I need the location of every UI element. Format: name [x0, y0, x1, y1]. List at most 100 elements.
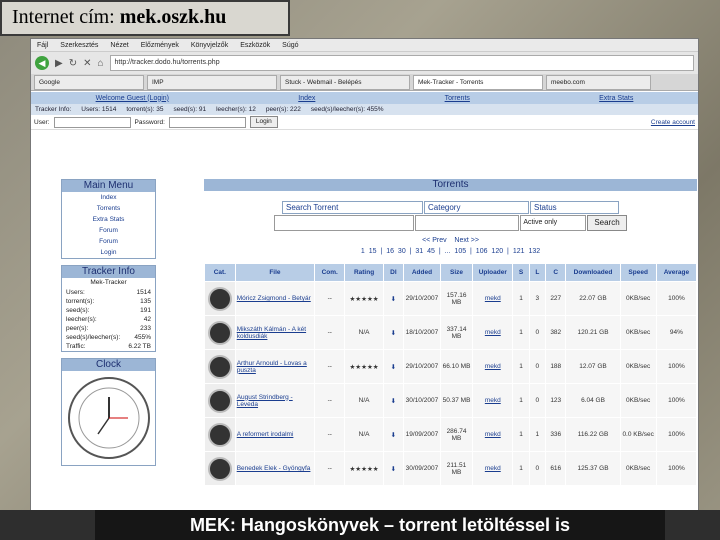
address-bar[interactable]: http://tracker.dodo.hu/torrents.php	[109, 55, 694, 71]
category-select[interactable]	[415, 215, 520, 231]
search-input[interactable]	[274, 215, 415, 231]
menu-edit[interactable]: Szerkesztés	[60, 42, 98, 49]
menu-link-forum-2[interactable]: Forum	[62, 236, 155, 247]
uploader-link[interactable]: mekd	[472, 451, 514, 486]
file-link[interactable]: A reformert irodalmi	[234, 417, 316, 452]
audiobook-category-icon[interactable]	[207, 286, 232, 311]
uploader-link[interactable]: mekd	[472, 383, 514, 418]
audiobook-category-icon[interactable]	[207, 354, 232, 379]
category-icon-cell[interactable]	[204, 383, 236, 418]
menu-link-login[interactable]: Login	[62, 247, 155, 258]
uploader-link[interactable]: mekd	[472, 417, 514, 452]
menu-bookmarks[interactable]: Könyvjelzők	[191, 42, 228, 49]
menu-link-index[interactable]: Index	[62, 192, 155, 203]
col-speed[interactable]: Speed	[619, 263, 657, 282]
col-seeds[interactable]: S	[512, 263, 530, 282]
create-account-link[interactable]: Create account	[651, 119, 695, 126]
menu-view[interactable]: Nézet	[110, 42, 128, 49]
search-button[interactable]: Search	[587, 215, 627, 231]
tab-mek-tracker[interactable]: Mek-Tracker - Torrents	[413, 74, 543, 90]
tab-meebo[interactable]: meebo.com	[546, 74, 651, 90]
file-link[interactable]: Benedek Elek - Gyöngyfa	[234, 451, 316, 486]
download-icon-cell[interactable]: ⬇	[382, 451, 404, 486]
nav-welcome[interactable]: Welcome Guest (Login)	[96, 95, 169, 102]
file-link[interactable]: August Strindberg - Leveda	[234, 383, 316, 418]
category-icon-cell[interactable]	[204, 451, 236, 486]
category-icon-cell[interactable]	[204, 417, 236, 452]
download-icon-cell[interactable]: ⬇	[382, 383, 404, 418]
login-button[interactable]: Login	[249, 116, 278, 128]
col-completed[interactable]: C	[544, 263, 567, 282]
nav-extra-stats[interactable]: Extra Stats	[599, 95, 633, 102]
torrents-table: Cat. File Com. Rating Dl Added Size Uplo…	[204, 263, 698, 486]
nav-torrents[interactable]: Torrents	[445, 95, 470, 102]
tab-webmail[interactable]: Stuck - Webmail - Belépés	[280, 74, 410, 90]
category-icon-cell[interactable]	[204, 315, 236, 350]
audiobook-category-icon[interactable]	[207, 456, 232, 481]
col-rating[interactable]: Rating	[344, 263, 384, 282]
file-link[interactable]: Móricz Zsigmond - Betyár	[234, 281, 316, 316]
site-nav: Welcome Guest (Login) Index Torrents Ext…	[31, 91, 698, 104]
uploader-link[interactable]: mekd	[472, 349, 514, 384]
menu-file[interactable]: Fájl	[37, 42, 48, 49]
col-com[interactable]: Com.	[314, 263, 346, 282]
leechers-cell: 3	[528, 281, 547, 316]
menu-link-extra-stats[interactable]: Extra Stats	[62, 214, 155, 225]
col-uploader[interactable]: Uploader	[472, 263, 514, 282]
tracker-info-title: Tracker Info	[62, 266, 155, 278]
file-link[interactable]: Mikszáth Kálmán - A két koldusdiák	[234, 315, 316, 350]
home-icon[interactable]: ⌂	[97, 58, 103, 69]
stat-torrents: torrent(s): 35	[126, 106, 163, 113]
user-input[interactable]	[53, 116, 131, 128]
uploader-link[interactable]: mekd	[472, 281, 514, 316]
menu-link-torrents[interactable]: Torrents	[62, 203, 155, 214]
status-select[interactable]: Active only	[520, 215, 587, 231]
download-icon[interactable]: ⬇	[391, 432, 396, 439]
col-file[interactable]: File	[234, 263, 316, 282]
tab-google[interactable]: Google	[34, 74, 144, 90]
col-average[interactable]: Average	[655, 263, 698, 282]
col-cat[interactable]: Cat.	[204, 263, 236, 282]
download-icon[interactable]: ⬇	[391, 398, 396, 405]
menu-help[interactable]: Súgó	[282, 42, 298, 49]
download-icon[interactable]: ⬇	[391, 330, 396, 337]
download-icon-cell[interactable]: ⬇	[382, 315, 404, 350]
download-icon[interactable]: ⬇	[391, 296, 396, 303]
menu-link-forum[interactable]: Forum	[62, 225, 155, 236]
tab-imp[interactable]: IMP	[147, 74, 277, 90]
next-link[interactable]: Next >>	[454, 237, 479, 244]
download-icon[interactable]: ⬇	[391, 466, 396, 473]
download-icon-cell[interactable]: ⬇	[382, 349, 404, 384]
download-icon-cell[interactable]: ⬇	[382, 417, 404, 452]
file-link[interactable]: Arthur Arnould - Lovas a puszta	[234, 349, 316, 384]
col-added[interactable]: Added	[402, 263, 441, 282]
audiobook-category-icon[interactable]	[207, 320, 232, 345]
slide-caption: MEK: Hangoskönyvek – torrent letöltéssel…	[95, 510, 665, 540]
nav-index[interactable]: Index	[298, 95, 315, 102]
password-input[interactable]	[168, 116, 246, 128]
col-dl[interactable]: Dl	[382, 263, 404, 282]
stat-peers: peer(s): 222	[266, 106, 301, 113]
col-leechers[interactable]: L	[528, 263, 547, 282]
page-numbers[interactable]: 1 15 | 16 30 | 31 45 | ... 105 | 106 120…	[204, 248, 697, 255]
category-icon-cell[interactable]	[204, 281, 236, 316]
prev-link[interactable]: << Prev	[422, 237, 447, 244]
uploader-link[interactable]: mekd	[472, 315, 514, 350]
download-icon[interactable]: ⬇	[391, 364, 396, 371]
back-icon[interactable]: ◀	[35, 56, 49, 70]
info-value: 6.22 TB	[128, 343, 151, 350]
col-downloaded[interactable]: Downloaded	[565, 263, 621, 282]
password-label: Password:	[134, 118, 165, 126]
audiobook-category-icon[interactable]	[207, 388, 232, 413]
category-icon-cell[interactable]	[204, 349, 236, 384]
download-icon-cell[interactable]: ⬇	[382, 281, 404, 316]
audiobook-category-icon[interactable]	[207, 422, 232, 447]
stop-icon[interactable]: ✕	[83, 58, 91, 69]
forward-icon[interactable]: ▶	[55, 58, 63, 69]
tracker-info-box: Tracker Info Mek-Tracker Users: 1514 torr…	[61, 265, 156, 352]
reload-icon[interactable]: ↻	[69, 58, 77, 69]
col-size[interactable]: Size	[439, 263, 474, 282]
menu-history[interactable]: Előzmények	[141, 42, 179, 49]
menu-tools[interactable]: Eszközök	[240, 42, 270, 49]
stat-users: Users: 1514	[81, 106, 116, 113]
